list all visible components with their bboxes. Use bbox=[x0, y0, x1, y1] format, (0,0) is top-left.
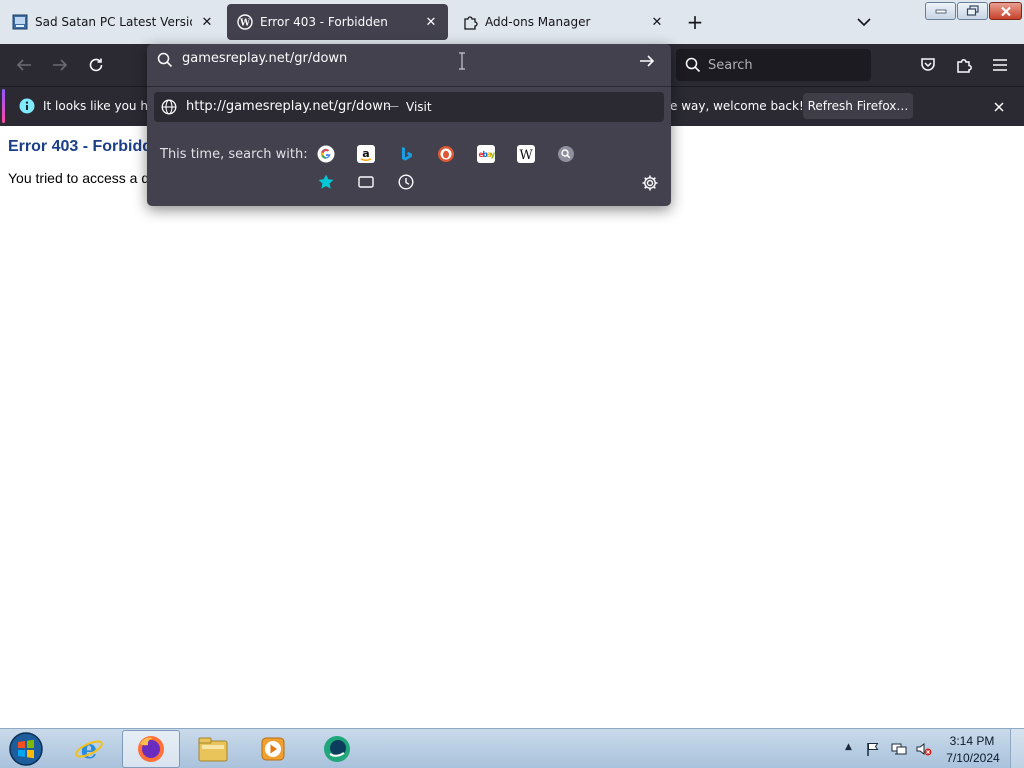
internet-explorer-icon[interactable]: e bbox=[60, 730, 118, 768]
close-window-button[interactable] bbox=[989, 2, 1022, 20]
tab-sad-satan[interactable]: Sad Satan PC Latest Version Gar ✕ bbox=[2, 4, 224, 40]
close-icon[interactable] bbox=[989, 97, 1009, 117]
ebay-engine-icon[interactable]: ebay bbox=[477, 145, 495, 163]
search-placeholder: Search bbox=[708, 57, 753, 73]
urlbar-dropdown: gamesreplay.net/gr/down http://gamesrepl… bbox=[147, 44, 671, 206]
page-title: Error 403 - Forbidde bbox=[8, 138, 161, 155]
site-favicon-icon bbox=[12, 14, 28, 30]
tab-title: Add-ons Manager bbox=[485, 15, 591, 29]
svg-text:e: e bbox=[81, 735, 98, 764]
notification-message: It looks like you hav bbox=[43, 99, 163, 113]
hamburger-menu-icon[interactable] bbox=[987, 53, 1013, 77]
app-taskbar-icon[interactable] bbox=[308, 730, 366, 768]
show-hidden-icons-icon[interactable]: ▲ bbox=[845, 742, 852, 752]
file-explorer-icon[interactable] bbox=[184, 730, 242, 768]
close-tab-icon[interactable]: ✕ bbox=[422, 13, 440, 31]
wordpress-icon: W bbox=[237, 14, 253, 30]
text-cursor-icon bbox=[457, 52, 467, 70]
restore-window-button[interactable] bbox=[957, 2, 988, 20]
extensions-puzzle-icon[interactable] bbox=[951, 53, 977, 77]
divider bbox=[147, 86, 671, 87]
refresh-firefox-button[interactable]: Refresh Firefox… bbox=[803, 93, 913, 119]
tab-error-403[interactable]: W Error 403 - Forbidden ✕ bbox=[227, 4, 448, 40]
chevron-down-icon[interactable] bbox=[854, 12, 874, 32]
firefox-taskbar-icon[interactable] bbox=[122, 730, 180, 768]
search-icon bbox=[157, 52, 173, 68]
search-bar[interactable]: Search bbox=[676, 49, 871, 81]
history-icon[interactable] bbox=[397, 173, 415, 191]
gear-icon[interactable] bbox=[640, 173, 660, 193]
oneoff-search-label: This time, search with: bbox=[160, 147, 308, 162]
puzzle-icon bbox=[462, 14, 478, 30]
action-center-flag-icon[interactable] bbox=[865, 741, 881, 757]
svg-text:W: W bbox=[519, 148, 533, 163]
wikipedia-engine-icon[interactable]: W bbox=[517, 145, 535, 163]
tabs-icon[interactable] bbox=[357, 173, 375, 191]
minimize-window-button[interactable] bbox=[925, 2, 956, 20]
amazon-engine-icon[interactable]: a bbox=[357, 145, 375, 163]
back-arrow-icon[interactable] bbox=[11, 53, 37, 77]
page-body-text: You tried to access a do bbox=[8, 170, 157, 186]
globe-icon bbox=[161, 99, 177, 115]
windows-taskbar: e ▲ 3:14 PM 7/10/2024 bbox=[0, 728, 1024, 768]
media-player-icon[interactable] bbox=[244, 730, 302, 768]
search-icon bbox=[684, 56, 702, 74]
tab-title: Error 403 - Forbidden bbox=[260, 15, 388, 29]
tab-strip: Sad Satan PC Latest Version Gar ✕ W Erro… bbox=[0, 0, 1024, 44]
forward-arrow-icon[interactable] bbox=[47, 53, 73, 77]
svg-text:y: y bbox=[490, 150, 495, 159]
volume-muted-icon[interactable] bbox=[916, 741, 932, 757]
bookmarks-icon[interactable] bbox=[317, 173, 335, 191]
start-button[interactable] bbox=[6, 730, 46, 768]
suggestion-action: Visit bbox=[406, 100, 432, 114]
new-tab-button[interactable]: + bbox=[684, 11, 706, 33]
info-icon bbox=[19, 98, 35, 114]
duckduckgo-engine-icon[interactable] bbox=[437, 145, 455, 163]
bing-engine-icon[interactable] bbox=[397, 145, 415, 163]
tab-title: Sad Satan PC Latest Version Gar bbox=[35, 15, 192, 29]
google-engine-icon[interactable] bbox=[317, 145, 335, 163]
page-content: Error 403 - Forbidde You tried to access… bbox=[0, 126, 1024, 728]
svg-text:W: W bbox=[239, 19, 251, 29]
url-suggestion-row[interactable]: http://gamesreplay.net/gr/down — Visit bbox=[154, 92, 664, 122]
pocket-icon[interactable] bbox=[915, 53, 941, 77]
suggestion-separator: — bbox=[386, 99, 399, 114]
suggestion-url: http://gamesreplay.net/gr/down bbox=[186, 99, 392, 114]
url-input[interactable]: gamesreplay.net/gr/down bbox=[182, 51, 347, 66]
svg-text:a: a bbox=[362, 147, 369, 160]
tab-addons-manager[interactable]: Add-ons Manager ✕ bbox=[452, 4, 674, 40]
generic-search-engine-icon[interactable] bbox=[557, 145, 575, 163]
notification-message-end: e way, welcome back! bbox=[670, 99, 804, 113]
go-arrow-icon[interactable] bbox=[637, 51, 657, 71]
network-icon[interactable] bbox=[891, 741, 907, 757]
clock-time[interactable]: 3:14 PM bbox=[946, 734, 998, 748]
notification-accent bbox=[2, 89, 5, 123]
reload-icon[interactable] bbox=[83, 53, 109, 77]
close-tab-icon[interactable]: ✕ bbox=[198, 13, 216, 31]
show-desktop-button[interactable] bbox=[1010, 729, 1024, 768]
clock-date[interactable]: 7/10/2024 bbox=[943, 751, 1003, 765]
close-tab-icon[interactable]: ✕ bbox=[648, 13, 666, 31]
